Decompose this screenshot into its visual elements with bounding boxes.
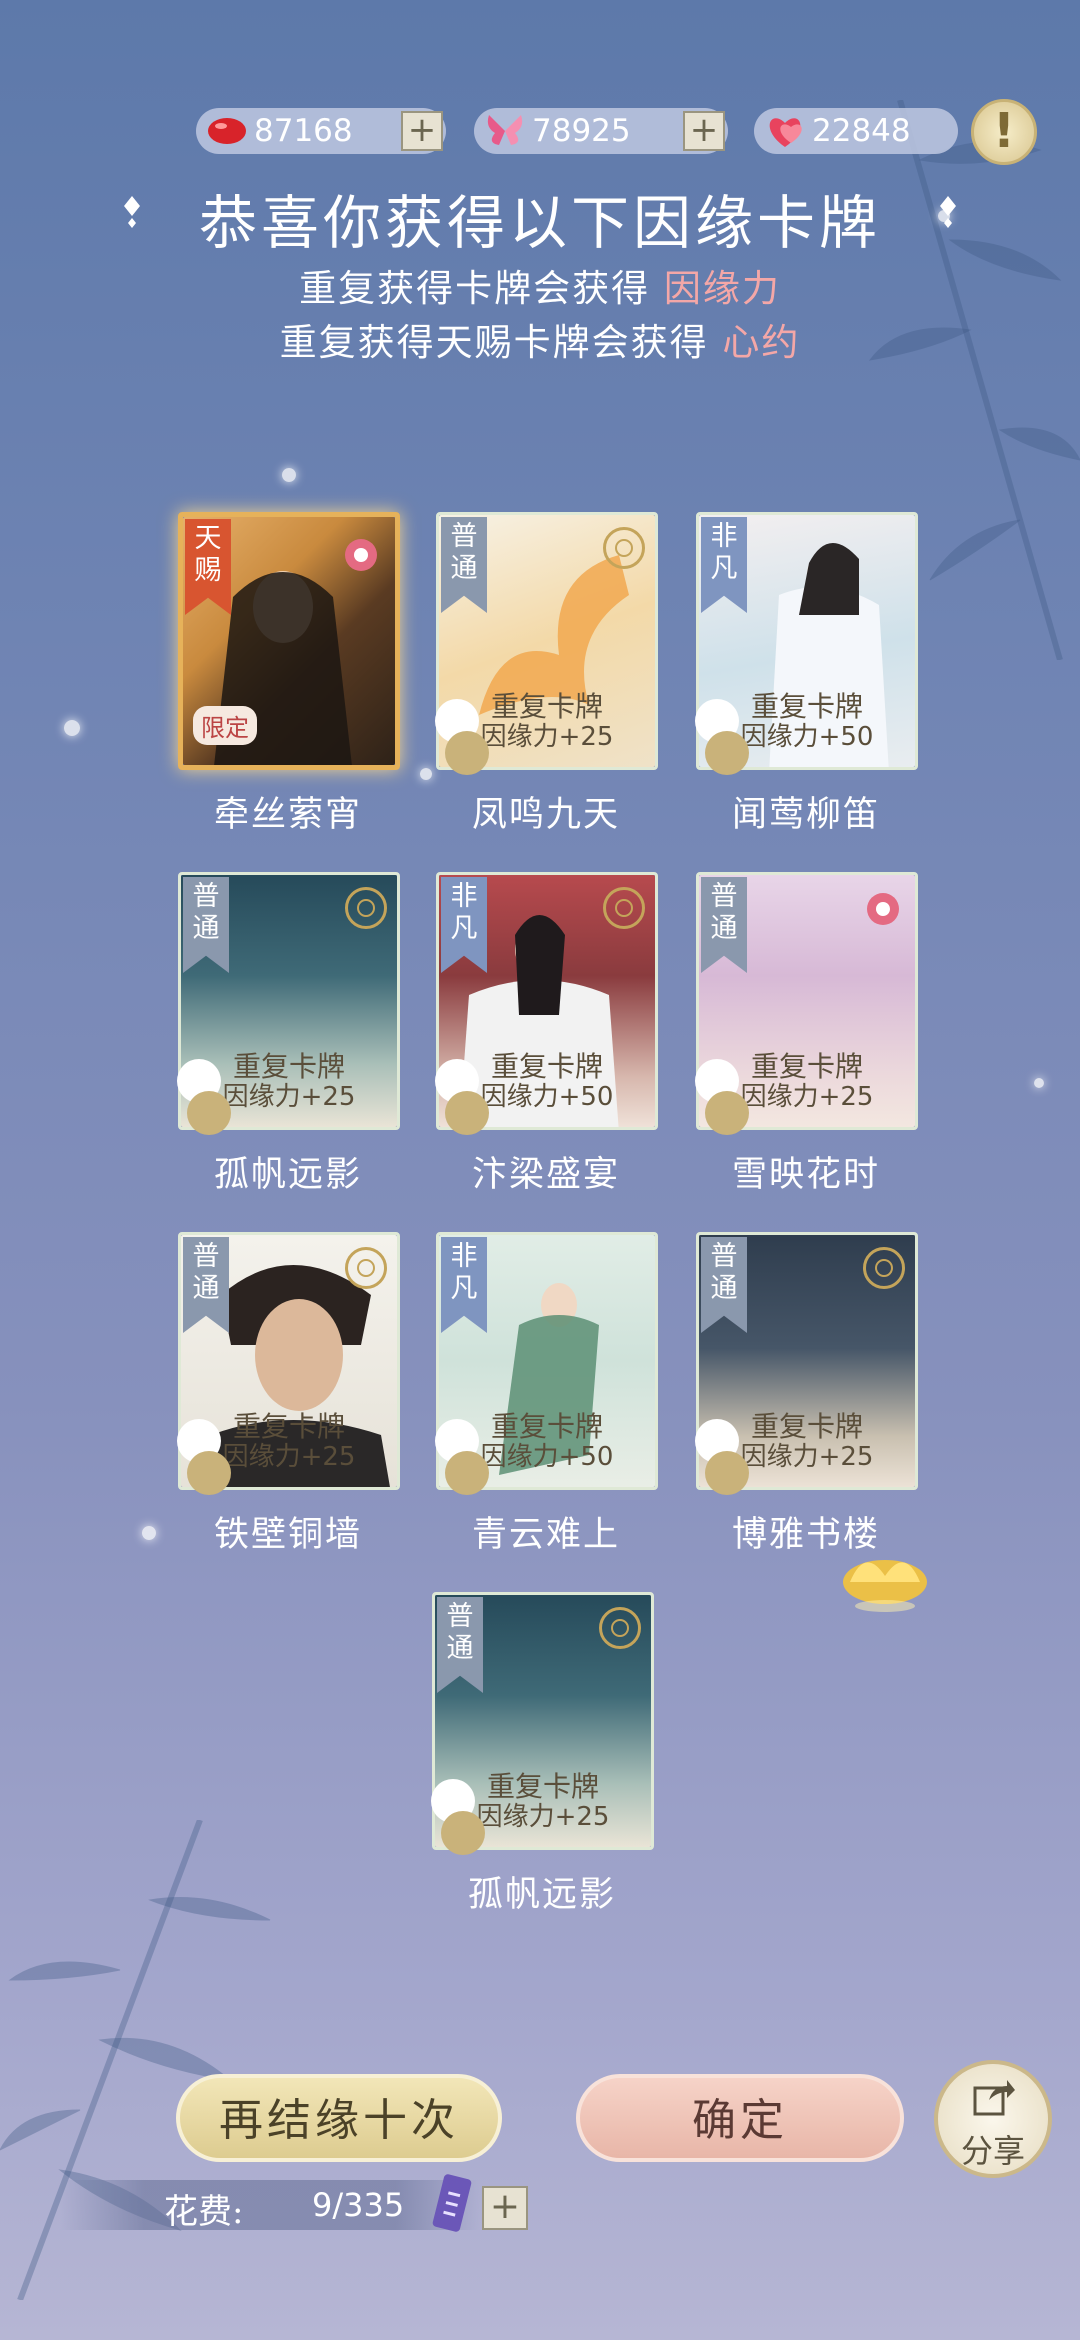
add-butterfly-button[interactable]: + xyxy=(683,111,725,151)
card-name: 青云难上 xyxy=(471,1515,620,1555)
card-9[interactable]: 普通 重复卡牌 因缘力+25 xyxy=(695,1232,918,1495)
share-label: 分享 xyxy=(960,2132,1025,2170)
alert-info-button[interactable]: ! xyxy=(971,99,1037,165)
card-emblem-icon xyxy=(599,1607,641,1649)
card-emblem-icon xyxy=(345,1247,387,1289)
card-6[interactable]: 普通 重复卡牌 因缘力+25 xyxy=(695,872,918,1135)
flower-emblem-icon xyxy=(345,539,377,571)
card-emblem-icon xyxy=(863,1247,905,1289)
card-name: 孤帆远影 xyxy=(213,1155,362,1195)
share-icon xyxy=(973,2080,1015,2116)
sparkle xyxy=(282,468,296,482)
blossom-icon xyxy=(177,1419,231,1495)
confirm-button[interactable]: 确定 xyxy=(576,2074,904,2162)
card-name: 雪映花时 xyxy=(731,1155,880,1195)
draw-ten-again-button[interactable]: 再结缘十次 xyxy=(176,2074,502,2162)
currency-butterfly: 78925 + xyxy=(474,108,728,154)
card-1[interactable]: 天赐 限定 xyxy=(178,512,400,770)
add-ticket-button[interactable]: + xyxy=(482,2186,528,2230)
subtitle-line-1: 重复获得卡牌会获得 因缘力 xyxy=(299,267,781,310)
cost-bar: 花费: 9/335 xyxy=(60,2174,480,2232)
subtitle-line-2: 重复获得天赐卡牌会获得 心约 xyxy=(279,321,801,364)
card-2[interactable]: 普通 重复卡牌 因缘力+25 xyxy=(435,512,658,775)
card-emblem-icon xyxy=(345,887,387,929)
card-4[interactable]: 普通 重复卡牌 因缘力+25 xyxy=(177,872,400,1135)
card-name: 汴梁盛宴 xyxy=(471,1155,620,1195)
ticket-icon xyxy=(432,2174,472,2232)
flower-emblem-icon xyxy=(867,893,899,925)
blossom-icon xyxy=(177,1059,231,1135)
cost-label: 花费: xyxy=(164,2192,244,2232)
sparkle xyxy=(64,720,80,736)
cost-value: 9/335 xyxy=(312,2186,405,2224)
share-button[interactable]: 分享 xyxy=(934,2060,1052,2178)
card-name: 铁壁铜墙 xyxy=(213,1515,362,1555)
card-name: 牵丝萦宵 xyxy=(213,795,362,835)
blossom-icon xyxy=(695,699,749,775)
card-7[interactable]: 普通 重复卡牌 因缘力+25 xyxy=(177,1232,400,1495)
blossom-icon xyxy=(435,699,489,775)
butterfly-icon xyxy=(482,111,528,151)
red-bean-icon xyxy=(204,111,250,151)
card-emblem-icon xyxy=(603,527,645,569)
butterfly-amount: 78925 xyxy=(532,113,631,149)
blossom-icon xyxy=(695,1059,749,1135)
red-bean-amount: 87168 xyxy=(254,113,353,149)
blossom-icon xyxy=(431,1779,485,1855)
highlight-xinyue: 心约 xyxy=(722,321,801,364)
card-emblem-icon xyxy=(603,887,645,929)
sparkle xyxy=(1034,1078,1044,1088)
card-10[interactable]: 普通 重复卡牌 因缘力+25 xyxy=(431,1592,654,1855)
lotus-lantern-icon xyxy=(843,1560,927,1612)
blossom-icon xyxy=(695,1419,749,1495)
heart-icon xyxy=(762,111,808,151)
limited-badge: 限定 xyxy=(193,706,257,745)
sparkle xyxy=(142,1526,156,1540)
blossom-icon xyxy=(435,1059,489,1135)
add-red-bean-button[interactable]: + xyxy=(401,111,443,151)
card-name: 孤帆远影 xyxy=(467,1875,616,1915)
currency-red-bean: 87168 + xyxy=(196,108,446,154)
card-name: 闻莺柳笛 xyxy=(731,795,880,835)
card-name: 凤鸣九天 xyxy=(471,795,620,835)
highlight-yinyuanli: 因缘力 xyxy=(663,267,781,310)
page-title: 恭喜你获得以下因缘卡牌 xyxy=(198,189,881,257)
card-5[interactable]: 非凡 重复卡牌 因缘力+50 xyxy=(435,872,658,1135)
card-3[interactable]: 非凡 重复卡牌 因缘力+50 xyxy=(695,512,918,775)
currency-heart: 22848 xyxy=(754,108,958,154)
card-8[interactable]: 非凡 重复卡牌 因缘力+50 xyxy=(435,1232,658,1495)
blossom-icon xyxy=(435,1419,489,1495)
heart-amount: 22848 xyxy=(812,113,911,149)
